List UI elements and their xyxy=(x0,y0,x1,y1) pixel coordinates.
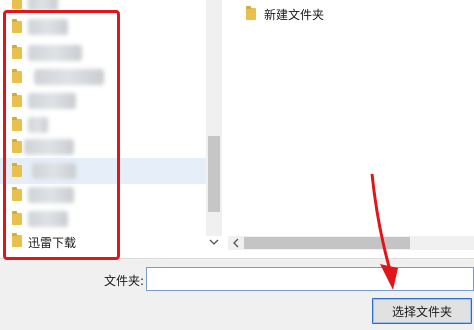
folder-icon xyxy=(12,0,22,9)
scroll-left-button[interactable] xyxy=(230,236,242,250)
content-pane xyxy=(228,0,474,258)
annotation-arrow xyxy=(370,173,398,290)
chevron-down-icon xyxy=(209,239,219,245)
folder-icon xyxy=(246,6,256,20)
annotation-highlight-box xyxy=(3,10,120,260)
select-folder-button[interactable]: 选择文件夹 xyxy=(372,298,472,324)
folder-field-label: 文件夹: xyxy=(104,274,145,288)
folder-input[interactable] xyxy=(146,267,474,291)
vertical-scrollbar-thumb[interactable] xyxy=(208,136,220,212)
chevron-left-icon xyxy=(233,238,239,248)
content-folder-label: 新建文件夹 xyxy=(264,8,325,22)
scroll-down-button[interactable] xyxy=(206,236,222,250)
